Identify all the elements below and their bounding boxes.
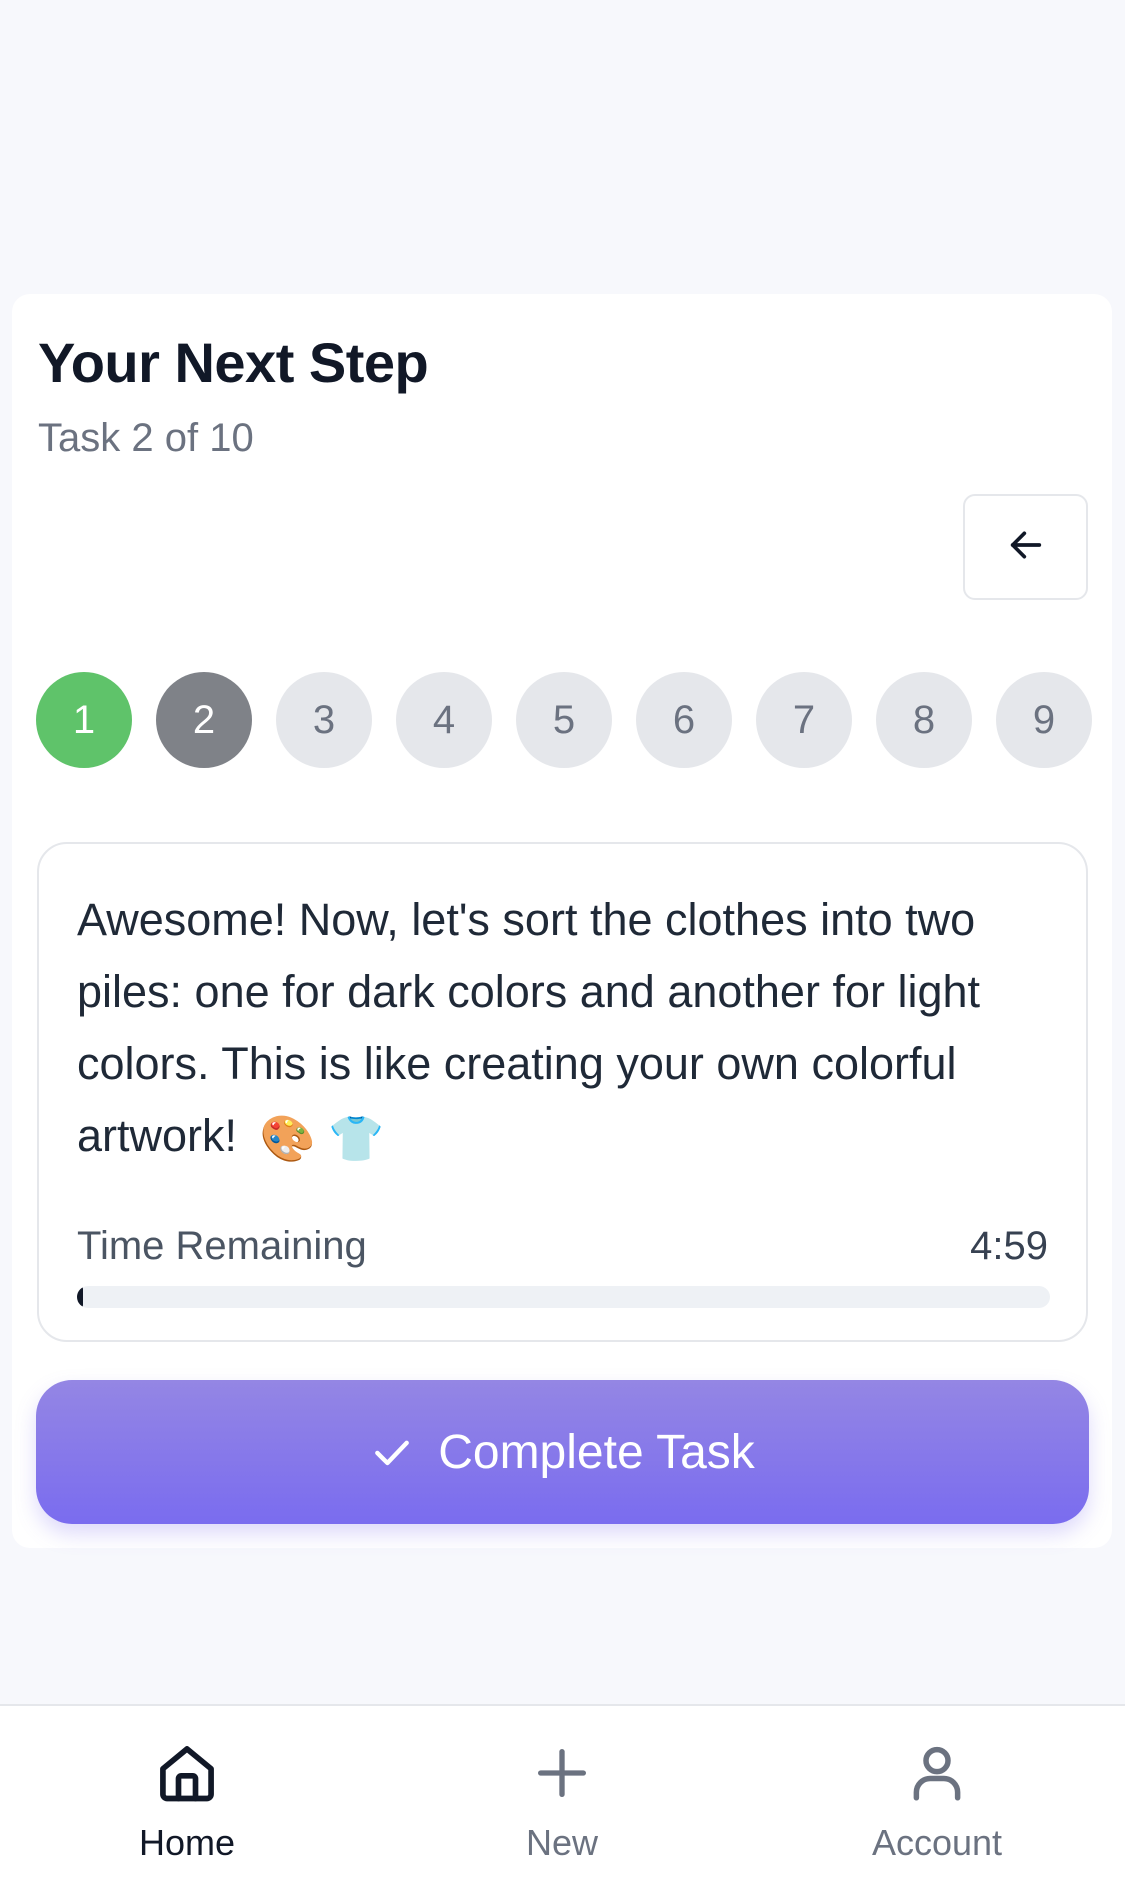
nav-account-label: Account	[871, 1822, 1003, 1863]
timer-progress-fill	[77, 1286, 83, 1308]
step-4[interactable]: 4	[396, 672, 492, 768]
task-panel: Awesome! Now, let's sort the clothes int…	[37, 842, 1088, 1342]
step-7[interactable]: 7	[756, 672, 852, 768]
step-5[interactable]: 5	[516, 672, 612, 768]
home-icon	[153, 1736, 221, 1810]
complete-task-label: Complete Task	[438, 1425, 755, 1479]
timer-value: 4:59	[970, 1224, 1048, 1268]
step-1[interactable]: 1	[36, 672, 132, 768]
page-title: Your Next Step	[38, 331, 429, 394]
nav-account[interactable]: Account	[812, 1736, 1062, 1866]
step-2[interactable]: 2	[156, 672, 252, 768]
plus-icon	[530, 1736, 594, 1810]
back-button[interactable]	[963, 494, 1088, 600]
task-counter: Task 2 of 10	[38, 416, 254, 460]
check-icon	[370, 1430, 414, 1474]
nav-new[interactable]: New	[437, 1736, 687, 1866]
step-6[interactable]: 6	[636, 672, 732, 768]
complete-task-button[interactable]: Complete Task	[36, 1380, 1089, 1524]
arrow-left-icon	[1006, 525, 1046, 570]
next-step-card: Your Next Step Task 2 of 10 1 2 3 4 5 6 …	[12, 294, 1112, 1548]
screen: Your Next Step Task 2 of 10 1 2 3 4 5 6 …	[0, 0, 1125, 1889]
task-text: Awesome! Now, let's sort the clothes int…	[77, 894, 981, 1161]
step-indicator: 1 2 3 4 5 6 7 8 9	[36, 672, 1112, 768]
user-icon	[904, 1736, 970, 1810]
step-9[interactable]: 9	[996, 672, 1092, 768]
bottom-nav: Home New Account	[0, 1704, 1125, 1889]
nav-home-label: Home	[138, 1822, 236, 1863]
task-description: Awesome! Now, let's sort the clothes int…	[77, 884, 1067, 1175]
nav-new-label: New	[525, 1822, 599, 1863]
step-8[interactable]: 8	[876, 672, 972, 768]
timer-label: Time Remaining	[77, 1224, 367, 1268]
nav-home[interactable]: Home	[62, 1736, 312, 1866]
task-emojis: 🎨 👕	[259, 1113, 385, 1165]
step-3[interactable]: 3	[276, 672, 372, 768]
timer-progress-bar	[77, 1286, 1050, 1308]
